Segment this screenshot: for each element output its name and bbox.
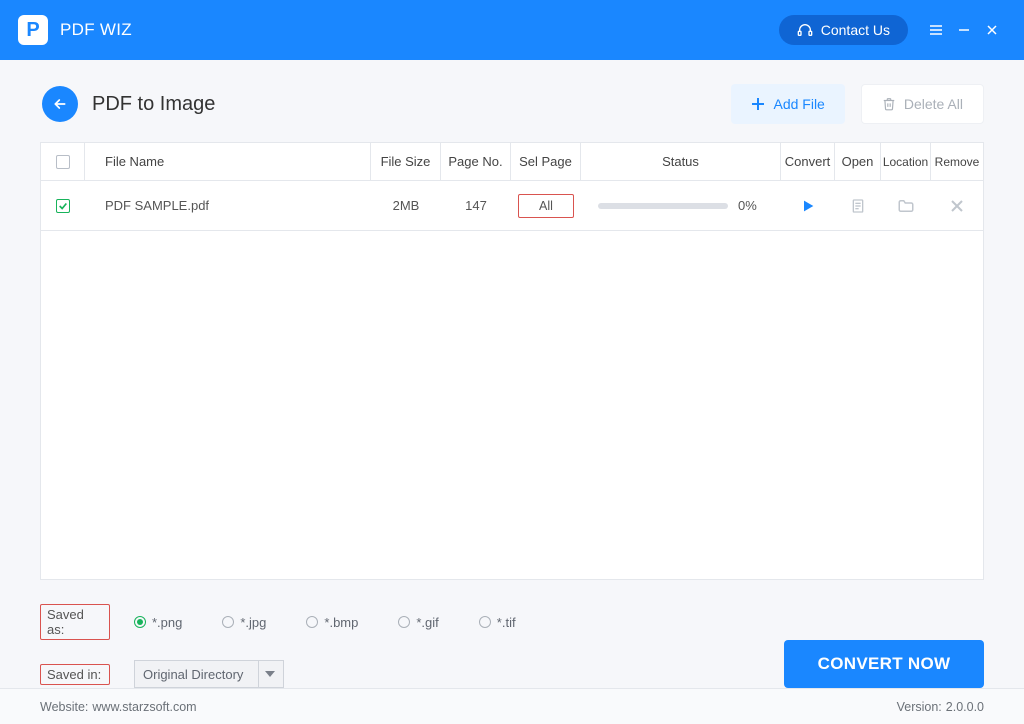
minimize-button[interactable] (950, 16, 978, 44)
statusbar: Website: www.starzsoft.com Version: 2.0.… (0, 688, 1024, 724)
hamburger-icon (929, 23, 943, 37)
file-size-cell: 2MB (371, 181, 441, 230)
version-label: Version: (897, 700, 942, 714)
header-file-name: File Name (85, 143, 371, 180)
menu-button[interactable] (922, 16, 950, 44)
format-radio-bmp[interactable]: *.bmp (306, 615, 358, 630)
version-value: 2.0.0.0 (946, 700, 984, 714)
footer-controls: Saved as: *.png *.jpg *.bmp *.gif *.tif … (0, 604, 1024, 688)
document-icon (850, 198, 866, 214)
radio-dot-icon (398, 616, 410, 628)
status-cell: 0% (581, 181, 781, 230)
folder-icon (897, 197, 915, 215)
header-remove: Remove (931, 143, 983, 180)
contact-us-label: Contact Us (821, 22, 890, 38)
table-row: PDF SAMPLE.pdf 2MB 147 All 0% (41, 181, 983, 231)
row-remove-button[interactable] (946, 195, 968, 217)
radio-dot-icon (306, 616, 318, 628)
format-label: *.png (152, 615, 182, 630)
page-title: PDF to Image (92, 93, 215, 116)
titlebar: P PDF WIZ Contact Us (0, 0, 1024, 60)
format-label: *.gif (416, 615, 438, 630)
format-label: *.jpg (240, 615, 266, 630)
row-location-button[interactable] (895, 195, 917, 217)
open-cell (835, 181, 881, 230)
sel-page-button[interactable]: All (518, 194, 574, 218)
format-label: *.tif (497, 615, 516, 630)
format-radio-gif[interactable]: *.gif (398, 615, 438, 630)
add-file-label: Add File (773, 96, 824, 112)
row-check-cell (41, 181, 85, 230)
x-icon (950, 199, 964, 213)
close-icon (985, 23, 999, 37)
radio-dot-icon (222, 616, 234, 628)
convert-now-button[interactable]: CONVERT NOW (784, 640, 984, 688)
format-label: *.bmp (324, 615, 358, 630)
row-open-button[interactable] (847, 195, 869, 217)
format-radio-png[interactable]: *.png (134, 615, 182, 630)
arrow-left-icon (52, 96, 68, 112)
website-label: Website: (40, 700, 88, 714)
remove-cell (931, 181, 983, 230)
radio-dot-icon (479, 616, 491, 628)
table-header: File Name File Size Page No. Sel Page St… (41, 143, 983, 181)
website-link[interactable]: www.starzsoft.com (92, 700, 196, 714)
header-status: Status (581, 143, 781, 180)
saved-in-select[interactable]: Original Directory (134, 660, 284, 688)
close-button[interactable] (978, 16, 1006, 44)
format-radio-tif[interactable]: *.tif (479, 615, 516, 630)
header-sel-page: Sel Page (511, 143, 581, 180)
radio-dot-icon (134, 616, 146, 628)
select-all-checkbox[interactable] (56, 155, 70, 169)
chevron-down-icon (258, 661, 275, 687)
trash-icon (882, 97, 896, 111)
sel-page-cell: All (511, 181, 581, 230)
saved-in-value: Original Directory (143, 667, 243, 682)
plus-icon (751, 97, 765, 111)
progress-bar (598, 203, 728, 209)
app-logo: P (18, 15, 48, 45)
delete-all-button[interactable]: Delete All (861, 84, 984, 124)
minimize-icon (957, 23, 971, 37)
convert-cell (781, 181, 835, 230)
row-checkbox[interactable] (56, 199, 70, 213)
row-convert-button[interactable] (797, 195, 819, 217)
saved-as-row: Saved as: *.png *.jpg *.bmp *.gif *.tif (40, 604, 984, 640)
header-file-size: File Size (371, 143, 441, 180)
play-icon (800, 198, 816, 214)
toolbar: PDF to Image Add File Delete All (0, 60, 1024, 142)
progress-percent: 0% (738, 198, 764, 213)
contact-us-button[interactable]: Contact Us (779, 15, 908, 45)
delete-all-label: Delete All (904, 96, 963, 112)
convert-now-label: CONVERT NOW (818, 654, 951, 674)
file-name-cell: PDF SAMPLE.pdf (85, 181, 371, 230)
format-radio-group: *.png *.jpg *.bmp *.gif *.tif (134, 615, 516, 630)
location-cell (881, 181, 931, 230)
header-location: Location (881, 143, 931, 180)
saved-as-label: Saved as: (40, 604, 110, 640)
saved-in-label: Saved in: (40, 664, 110, 685)
app-name: PDF WIZ (60, 20, 132, 40)
header-open: Open (835, 143, 881, 180)
format-radio-jpg[interactable]: *.jpg (222, 615, 266, 630)
header-convert: Convert (781, 143, 835, 180)
header-select-all (41, 143, 85, 180)
headset-icon (797, 22, 813, 38)
page-no-cell: 147 (441, 181, 511, 230)
header-page-no: Page No. (441, 143, 511, 180)
add-file-button[interactable]: Add File (731, 84, 844, 124)
file-table: File Name File Size Page No. Sel Page St… (40, 142, 984, 580)
back-button[interactable] (42, 86, 78, 122)
